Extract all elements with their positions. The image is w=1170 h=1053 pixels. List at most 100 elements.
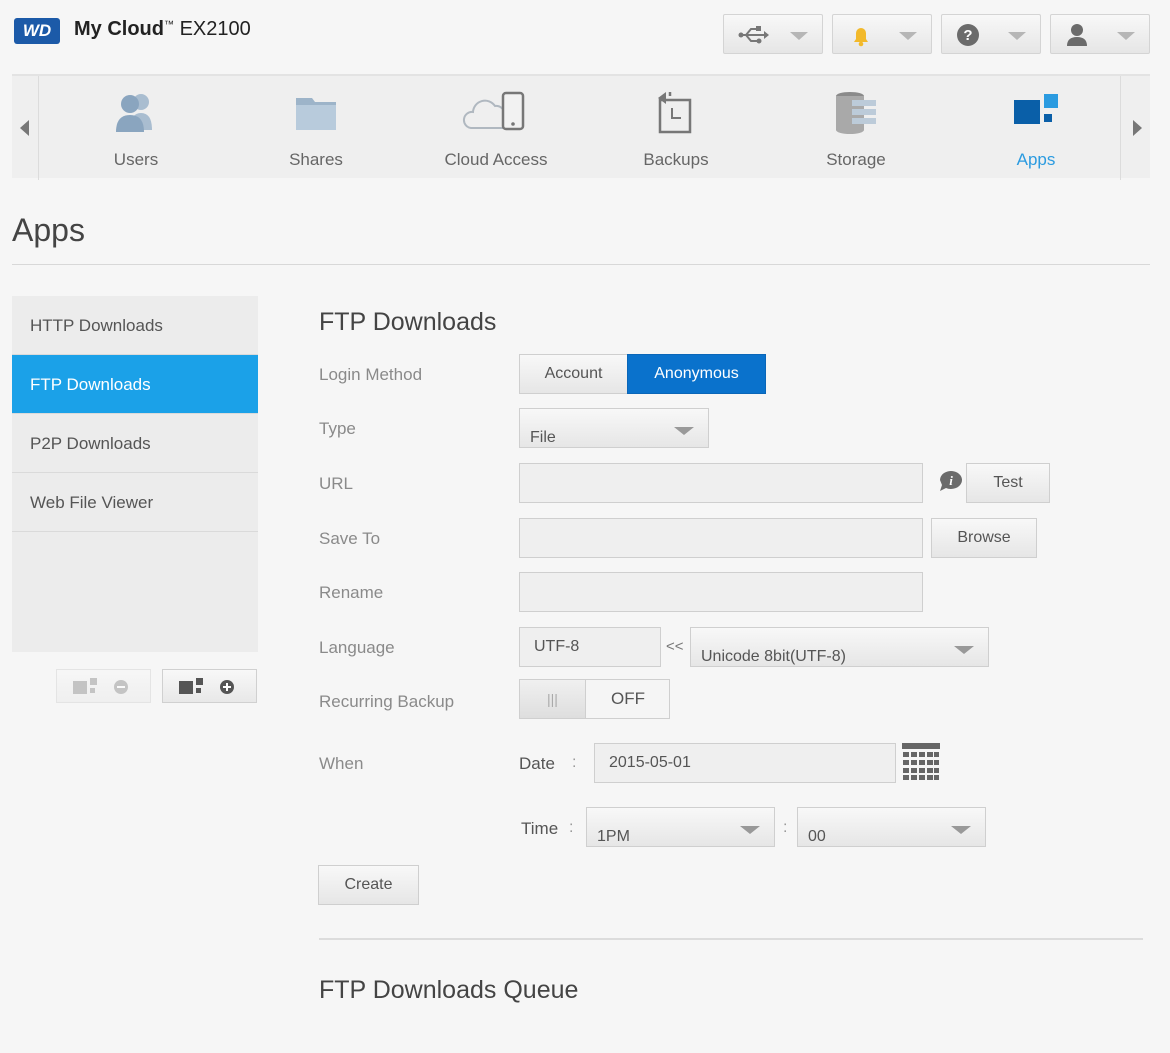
toggle-state: OFF: [611, 689, 645, 708]
nav-label: Cloud Access: [444, 150, 548, 169]
language-select[interactable]: Unicode 8bit(UTF-8): [690, 627, 989, 667]
chevron-down-icon: [951, 826, 971, 834]
wd-logo: WD: [14, 18, 60, 44]
language-select-value: Unicode 8bit(UTF-8): [701, 648, 846, 665]
chevron-down-icon: [790, 32, 808, 40]
remove-app-icon: [73, 676, 135, 703]
nav-item-apps[interactable]: Apps: [946, 76, 1126, 180]
create-button[interactable]: Create: [318, 865, 419, 905]
nav-next-button[interactable]: [1124, 76, 1150, 180]
product-name: My Cloud™ EX2100: [74, 18, 251, 41]
language-code-value: UTF-8: [534, 638, 580, 655]
nav-item-storage[interactable]: Storage: [766, 76, 946, 180]
apps-sidebar: HTTP Downloads FTP Downloads P2P Downloa…: [12, 296, 258, 652]
save-to-label: Save To: [319, 529, 381, 548]
chevron-down-icon: [899, 32, 917, 40]
folder-icon: [288, 90, 344, 136]
nav-item-cloud-access[interactable]: Cloud Access: [406, 76, 586, 180]
svg-text:i: i: [949, 473, 953, 488]
chevron-down-icon: [1117, 32, 1135, 40]
nav-divider: [1120, 76, 1121, 180]
type-label: Type: [319, 419, 356, 438]
browse-button[interactable]: Browse: [931, 518, 1037, 558]
user-menu-button[interactable]: [1050, 14, 1150, 54]
date-label: Date: [519, 754, 555, 773]
users-icon: [108, 90, 164, 136]
time-colon: :: [569, 819, 574, 836]
section-divider: [319, 938, 1143, 940]
section-title: FTP Downloads: [319, 308, 497, 336]
queue-title: FTP Downloads Queue: [319, 976, 579, 1004]
chevron-down-icon: [1008, 32, 1026, 40]
storage-icon: [828, 90, 884, 136]
sidebar-item-ftp-downloads[interactable]: FTP Downloads: [12, 355, 258, 414]
save-to-input[interactable]: [519, 518, 923, 558]
language-code-field[interactable]: UTF-8: [519, 627, 661, 667]
chevron-down-icon: [740, 826, 760, 834]
minute-select-value: 00: [808, 828, 826, 845]
minute-select[interactable]: 00: [797, 807, 986, 847]
hour-select[interactable]: 1PM: [586, 807, 775, 847]
add-app-icon: [179, 676, 241, 703]
remove-app-button[interactable]: [56, 669, 151, 703]
model-name: EX2100: [179, 18, 251, 40]
chevron-left-icon: [20, 120, 29, 136]
nav-divider: [38, 76, 39, 180]
page-title: Apps: [12, 212, 85, 248]
date-input[interactable]: [594, 743, 896, 783]
trademark: ™: [164, 19, 174, 31]
hour-minute-colon: :: [783, 819, 788, 836]
test-button[interactable]: Test: [966, 463, 1050, 503]
user-icon: [1065, 23, 1093, 47]
nav-label: Shares: [289, 150, 343, 169]
login-anonymous-option[interactable]: Anonymous: [627, 354, 766, 394]
type-select[interactable]: File: [519, 408, 709, 448]
main-nav: Users Shares Cloud Access Backups Storag…: [12, 74, 1150, 180]
usb-menu-button[interactable]: [723, 14, 823, 54]
login-method-label: Login Method: [319, 365, 423, 384]
chevron-down-icon: [954, 646, 974, 654]
nav-label: Apps: [1016, 150, 1056, 169]
nav-item-shares[interactable]: Shares: [226, 76, 406, 180]
chevron-right-icon: [1133, 120, 1142, 136]
time-label: Time: [521, 819, 559, 838]
bell-icon: [847, 23, 875, 47]
chevron-down-icon: [674, 427, 694, 435]
svg-text:?: ?: [963, 27, 972, 44]
add-app-button[interactable]: [162, 669, 257, 703]
backup-icon: [648, 90, 704, 136]
when-label: When: [319, 754, 364, 773]
help-icon: ?: [956, 23, 984, 47]
nav-label: Storage: [826, 150, 886, 169]
date-colon: :: [572, 754, 577, 771]
url-input[interactable]: [519, 463, 923, 503]
alerts-menu-button[interactable]: [832, 14, 932, 54]
nav-item-users[interactable]: Users: [46, 76, 226, 180]
hour-select-value: 1PM: [597, 828, 630, 845]
toggle-handle: |||: [520, 680, 586, 718]
nav-prev-button[interactable]: [12, 76, 38, 180]
nav-item-backups[interactable]: Backups: [586, 76, 766, 180]
help-menu-button[interactable]: ?: [941, 14, 1041, 54]
url-label: URL: [319, 474, 354, 493]
language-arrows: <<: [666, 638, 684, 655]
info-icon[interactable]: i: [938, 470, 964, 497]
sidebar-item-http-downloads[interactable]: HTTP Downloads: [12, 296, 258, 355]
apps-icon: [1008, 90, 1064, 136]
usb-icon: [738, 23, 769, 47]
recurring-backup-toggle[interactable]: ||| OFF: [519, 679, 670, 719]
title-divider: [12, 264, 1150, 265]
recurring-backup-label: Recurring Backup: [319, 692, 455, 711]
calendar-icon[interactable]: [901, 742, 941, 787]
language-label: Language: [319, 638, 395, 657]
nav-label: Backups: [643, 150, 709, 169]
login-account-option[interactable]: Account: [519, 354, 628, 394]
sidebar-item-p2p-downloads[interactable]: P2P Downloads: [12, 414, 258, 473]
sidebar-item-web-file-viewer[interactable]: Web File Viewer: [12, 473, 258, 532]
brand-name: My Cloud: [74, 18, 164, 40]
nav-label: Users: [113, 150, 159, 169]
type-select-value: File: [530, 429, 556, 446]
rename-input[interactable]: [519, 572, 923, 612]
rename-label: Rename: [319, 583, 384, 602]
cloud-device-icon: [461, 90, 531, 136]
